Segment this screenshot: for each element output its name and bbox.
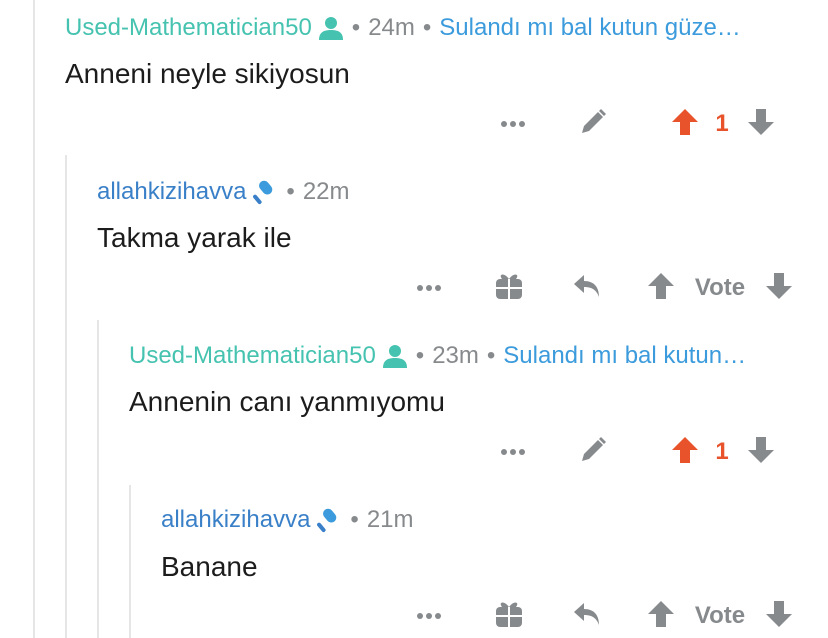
reply-button[interactable] xyxy=(567,268,607,308)
vote-label: Vote xyxy=(694,274,746,301)
upvote-button[interactable] xyxy=(641,596,681,636)
comment-body: Takma yarak ile xyxy=(97,222,292,253)
comment-time: 24m xyxy=(368,14,415,41)
upvote-button[interactable] xyxy=(665,432,705,472)
comment-meta: allahkizihavva • 22m xyxy=(97,177,828,207)
downvote-button[interactable] xyxy=(759,596,799,636)
comment: allahkizihavva • 21m Banane Vote xyxy=(161,485,828,638)
comment-time: 21m xyxy=(366,506,414,533)
more-options-button[interactable] xyxy=(409,268,449,308)
edit-button[interactable] xyxy=(573,432,613,472)
vote-score: 1 xyxy=(715,110,729,137)
more-icon xyxy=(416,279,442,297)
gift-icon xyxy=(494,271,524,306)
upvote-button[interactable] xyxy=(665,104,705,144)
thread-line xyxy=(129,485,131,638)
author-name[interactable]: Used-Mathematician50 xyxy=(129,342,376,370)
separator: • xyxy=(486,342,496,369)
microphone-icon xyxy=(316,507,342,533)
thread-line xyxy=(97,320,99,638)
reply-icon xyxy=(572,271,602,306)
comment: allahkizihavva • 22m Takma yarak ile Vot… xyxy=(97,155,828,320)
comment-time: 23m xyxy=(432,342,479,369)
arrow-down-icon xyxy=(764,599,794,634)
downvote-button[interactable] xyxy=(741,432,781,472)
comment-time: 22m xyxy=(302,178,350,205)
more-icon xyxy=(500,115,526,133)
award-button[interactable] xyxy=(489,268,529,308)
edit-button[interactable] xyxy=(573,104,613,144)
award-button[interactable] xyxy=(489,596,529,636)
more-icon xyxy=(416,607,442,625)
microphone-icon xyxy=(252,179,278,205)
downvote-button[interactable] xyxy=(759,268,799,308)
pencil-icon xyxy=(578,107,608,142)
separator: • xyxy=(350,506,359,533)
upvote-button[interactable] xyxy=(641,268,681,308)
comment: Used-Mathematician50 • 23m • Sulandı mı … xyxy=(129,320,828,485)
person-icon xyxy=(382,343,408,369)
comment: Used-Mathematician50 • 24m • Sulandı mı … xyxy=(65,0,828,155)
comment-actions: 1 xyxy=(129,432,828,472)
vote-label: Vote xyxy=(694,602,746,629)
thread-line xyxy=(65,155,67,638)
pencil-icon xyxy=(578,435,608,470)
gift-icon xyxy=(494,599,524,634)
separator: • xyxy=(415,342,425,369)
arrow-up-icon xyxy=(670,107,700,142)
comment-actions: Vote xyxy=(161,596,828,636)
arrow-down-icon xyxy=(746,107,776,142)
author-name[interactable]: allahkizihavva xyxy=(97,178,246,206)
more-options-button[interactable] xyxy=(409,596,449,636)
more-options-button[interactable] xyxy=(493,432,533,472)
comment-actions: 1 xyxy=(65,104,828,144)
author-name[interactable]: allahkizihavva xyxy=(161,506,310,534)
more-icon xyxy=(500,443,526,461)
arrow-up-icon xyxy=(646,271,676,306)
reply-button[interactable] xyxy=(567,596,607,636)
downvote-button[interactable] xyxy=(741,104,781,144)
author-name[interactable]: Used-Mathematician50 xyxy=(65,14,312,42)
arrow-up-icon xyxy=(670,435,700,470)
comment-actions: Vote xyxy=(97,268,828,308)
post-context-link[interactable]: Sulandı mı bal kutun güze… xyxy=(439,14,741,42)
arrow-down-icon xyxy=(746,435,776,470)
separator: • xyxy=(422,14,432,41)
separator: • xyxy=(351,14,361,41)
person-icon xyxy=(318,15,344,41)
more-options-button[interactable] xyxy=(493,104,533,144)
comment-meta: Used-Mathematician50 • 23m • Sulandı mı … xyxy=(129,341,828,371)
comment-body: Annenin canı yanmıyomu xyxy=(129,386,445,417)
arrow-up-icon xyxy=(646,599,676,634)
post-context-link[interactable]: Sulandı mı bal kutun… xyxy=(503,342,746,370)
comment-body: Anneni neyle sikiyosun xyxy=(65,58,350,89)
vote-score: 1 xyxy=(715,438,729,465)
thread-line xyxy=(33,0,35,638)
separator: • xyxy=(286,178,295,205)
arrow-down-icon xyxy=(764,271,794,306)
comment-meta: allahkizihavva • 21m xyxy=(161,505,828,535)
comment-body: Banane xyxy=(161,551,258,582)
reply-icon xyxy=(572,599,602,634)
comment-meta: Used-Mathematician50 • 24m • Sulandı mı … xyxy=(65,13,828,43)
